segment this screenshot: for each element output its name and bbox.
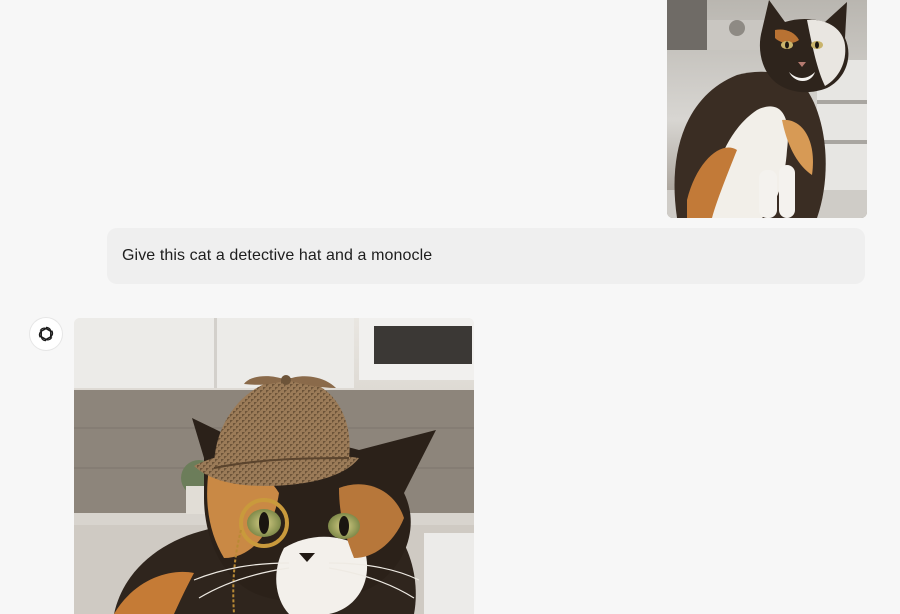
chat-thread: Give this cat a detective hat and a mono… xyxy=(0,0,900,614)
user-message-bubble: Give this cat a detective hat and a mono… xyxy=(107,228,865,284)
user-message-text: Give this cat a detective hat and a mono… xyxy=(122,247,433,264)
assistant-generated-image[interactable] xyxy=(74,318,474,614)
assistant-avatar xyxy=(30,318,62,350)
detective-cat-image xyxy=(74,318,474,614)
cat-photo xyxy=(667,0,867,218)
user-uploaded-image[interactable] xyxy=(667,0,867,218)
openai-logo-icon xyxy=(36,324,56,344)
